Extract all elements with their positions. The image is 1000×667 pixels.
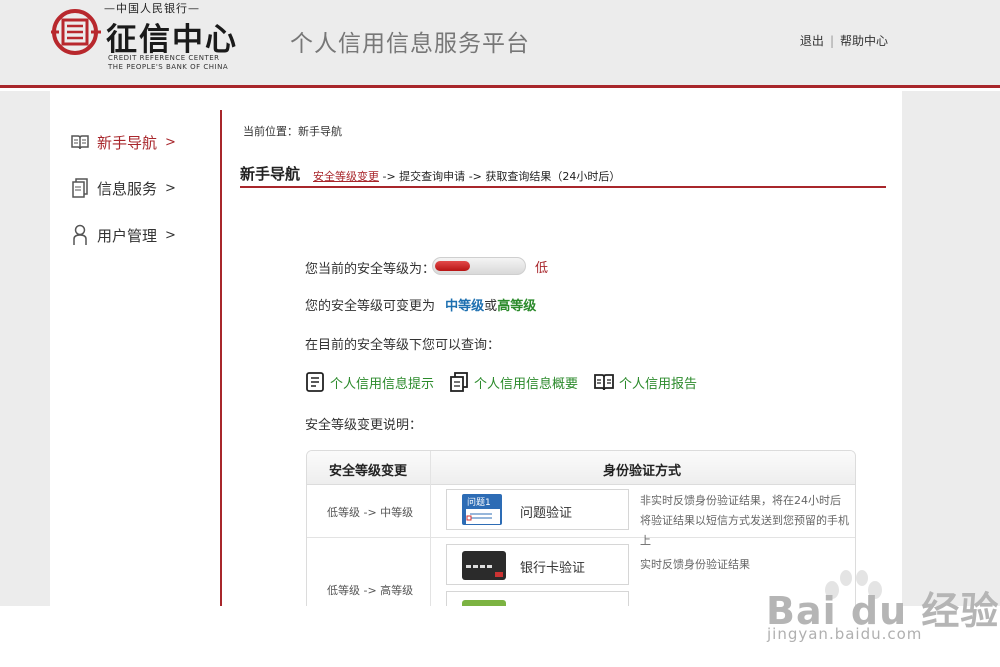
book-icon bbox=[70, 132, 90, 152]
chevron-right-icon: > bbox=[165, 227, 176, 243]
page-margin-right bbox=[902, 91, 1000, 606]
method-description: 非实时反馈身份验证结果，将在24小时后将验证结果以短信方式发送到您预留的手机上 bbox=[640, 494, 849, 547]
method-label: 问题验证 bbox=[520, 506, 573, 521]
current-level-label: 您当前的安全等级为： bbox=[305, 262, 436, 277]
column-divider bbox=[430, 451, 431, 609]
chevron-right-icon: > bbox=[165, 180, 176, 196]
watermark-url: jingyan.baidu.com bbox=[767, 625, 923, 643]
or-text: 或 bbox=[484, 299, 498, 314]
security-level-text: 低 bbox=[535, 261, 549, 276]
query-link-label: 个人信用信息提示 bbox=[330, 376, 435, 392]
bank-card-icon bbox=[462, 551, 506, 580]
table-cell-change: 低等级 -> 高等级 bbox=[327, 584, 414, 597]
query-credit-report-link[interactable]: 个人信用报告 bbox=[594, 371, 697, 393]
step-submit-query: -> 提交查询申请 bbox=[382, 170, 466, 183]
table-header: 安全等级变更 身份验证方式 bbox=[307, 451, 855, 485]
step-security-level-change[interactable]: 安全等级变更 bbox=[313, 170, 379, 183]
question-card-text: 问题1 bbox=[467, 496, 491, 508]
sidebar-item-label: 新手导航 bbox=[97, 133, 158, 152]
sidebar-item-user-management[interactable]: 用户管理 > bbox=[70, 222, 176, 248]
column-header: 身份验证方式 bbox=[603, 464, 682, 479]
header: —中国人民银行— 征信中心 CREDIT REFERENCE CENTER TH… bbox=[0, 0, 1000, 88]
page-margin-left bbox=[0, 91, 50, 606]
step-get-result: -> 获取查询结果（24小时后） bbox=[468, 170, 621, 183]
logo-title: 征信中心 bbox=[106, 22, 238, 58]
table-cell-change: 低等级 -> 中等级 bbox=[327, 506, 414, 519]
bank-card-verify-button[interactable]: 银行卡验证 bbox=[446, 544, 629, 585]
column-header: 安全等级变更 bbox=[329, 464, 408, 479]
question-verify-button[interactable]: 问题1 问题验证 bbox=[446, 489, 629, 530]
link-separator: | bbox=[829, 34, 834, 48]
sidebar-item-label: 信息服务 bbox=[97, 179, 158, 198]
query-credit-summary-link[interactable]: 个人信用信息概要 bbox=[449, 371, 578, 393]
top-links: 退出 | 帮助中心 bbox=[800, 32, 888, 49]
logo-seal-icon bbox=[51, 9, 101, 55]
mid-level-link[interactable]: 中等级 bbox=[445, 299, 484, 314]
sidebar-item-info-service[interactable]: 信息服务 > bbox=[70, 175, 176, 201]
section-title: 新手导航 bbox=[240, 165, 301, 183]
step-flow: 安全等级变更 -> 提交查询申请 -> 获取查询结果（24小时后） bbox=[313, 168, 620, 184]
query-label: 在目前的安全等级下您可以查询： bbox=[305, 338, 501, 353]
section-header: 新手导航 安全等级变更 -> 提交查询申请 -> 获取查询结果（24小时后） bbox=[240, 163, 886, 188]
high-level-link[interactable]: 高等级 bbox=[497, 299, 536, 314]
query-link-label: 个人信用报告 bbox=[619, 376, 698, 392]
upgrade-prefix: 您的安全等级可变更为 bbox=[305, 299, 436, 314]
question-card-icon: 问题1 bbox=[462, 494, 502, 525]
chevron-right-icon: > bbox=[165, 134, 176, 150]
sidebar-item-newbie-guide[interactable]: 新手导航 > bbox=[70, 129, 176, 155]
sidebar-item-label: 用户管理 bbox=[97, 226, 158, 245]
notice-icon bbox=[305, 371, 325, 393]
user-icon bbox=[70, 224, 90, 245]
upgrade-info: 您的安全等级可变更为 中等级或高等级 bbox=[305, 295, 536, 314]
sidebar-divider bbox=[220, 110, 222, 606]
report-book-icon bbox=[594, 371, 614, 393]
document-icon bbox=[70, 178, 90, 198]
help-center-link[interactable]: 帮助中心 bbox=[840, 34, 888, 48]
security-level-bar bbox=[432, 257, 526, 275]
query-link-label: 个人信用信息概要 bbox=[474, 376, 579, 392]
security-level-fill bbox=[435, 261, 470, 271]
level-change-explain-label: 安全等级变更说明： bbox=[305, 418, 423, 433]
logout-link[interactable]: 退出 bbox=[800, 34, 824, 48]
logo-english-line1: CREDIT REFERENCE CENTER bbox=[108, 54, 220, 62]
platform-title: 个人信用信息服务平台 bbox=[290, 31, 530, 57]
query-credit-notice-link[interactable]: 个人信用信息提示 bbox=[305, 371, 434, 393]
breadcrumb: 当前位置：新手导航 bbox=[243, 125, 342, 138]
method-label: 银行卡验证 bbox=[520, 561, 586, 576]
summary-icon bbox=[449, 371, 469, 393]
logo-english-line2: THE PEOPLE'S BANK OF CHINA bbox=[108, 63, 229, 71]
